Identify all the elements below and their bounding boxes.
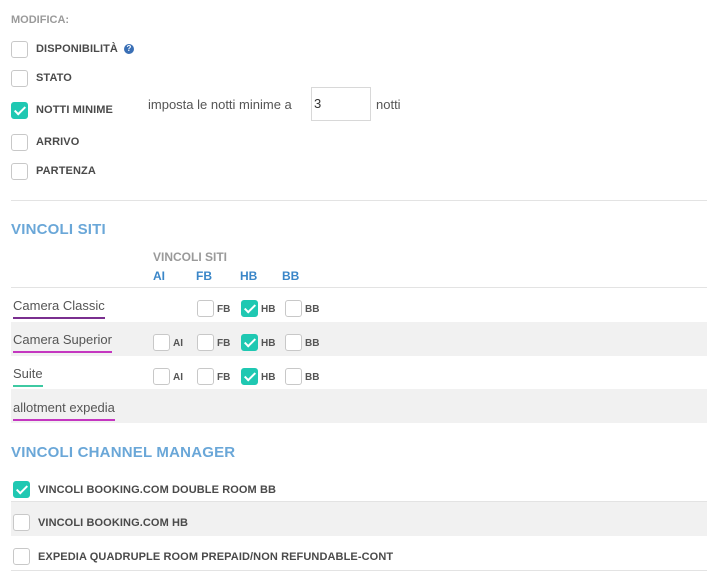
partenza-checkbox[interactable]	[11, 163, 28, 180]
stato-label: STATO	[36, 72, 72, 84]
modifica-title: MODIFICA:	[11, 14, 70, 26]
booking-hb-checkbox[interactable]	[13, 514, 30, 531]
arrivo-checkbox[interactable]	[11, 134, 28, 151]
table-row	[11, 389, 707, 423]
room-underline	[13, 419, 115, 421]
option-label: HB	[261, 304, 276, 315]
min-nights-suffix: notti	[376, 97, 401, 112]
column-head-bb: BB	[282, 269, 300, 283]
partenza-label: PARTENZA	[36, 165, 96, 177]
room-name-text: Suite	[13, 366, 43, 381]
vincoli-siti-title: VINCOLI SITI	[11, 221, 106, 238]
table-row	[11, 322, 707, 356]
option-label: AI	[173, 372, 183, 383]
vincoli-siti-subheader: VINCOLI SITI	[153, 250, 228, 264]
divider	[11, 200, 707, 201]
room-name-text: Camera Classic	[13, 298, 105, 313]
room-name-camera-classic[interactable]: Camera Classic	[13, 298, 105, 319]
option-label: BB	[305, 372, 320, 383]
camera-classic-fb-checkbox[interactable]	[197, 300, 214, 317]
stato-checkbox[interactable]	[11, 70, 28, 87]
option-label: BB	[305, 338, 320, 349]
expedia-quadruple-room-checkbox[interactable]	[13, 548, 30, 565]
camera-superior-fb-checkbox[interactable]	[197, 334, 214, 351]
option-label: HB	[261, 338, 276, 349]
divider	[11, 287, 707, 288]
option-label: FB	[217, 372, 231, 383]
column-head-hb: HB	[240, 269, 258, 283]
arrivo-label: ARRIVO	[36, 136, 80, 148]
camera-superior-bb-checkbox[interactable]	[285, 334, 302, 351]
min-nights-input[interactable]: 3	[311, 87, 371, 121]
room-name-text: Camera Superior	[13, 332, 112, 347]
option-label: FB	[217, 338, 231, 349]
disponibilita-checkbox[interactable]	[11, 41, 28, 58]
camera-superior-ai-checkbox[interactable]	[153, 334, 170, 351]
column-head-ai: AI	[153, 269, 165, 283]
divider	[11, 570, 707, 571]
camera-superior-hb-checkbox[interactable]	[241, 334, 258, 351]
room-name-camera-superior[interactable]: Camera Superior	[13, 332, 112, 353]
booking-double-room-bb-label: VINCOLI BOOKING.COM DOUBLE ROOM BB	[38, 484, 277, 496]
room-underline	[13, 351, 112, 353]
room-underline	[13, 317, 105, 319]
expedia-quadruple-room-label: EXPEDIA QUADRUPLE ROOM PREPAID/NON REFUN…	[38, 551, 394, 563]
min-nights-prefix: imposta le notti minime a	[148, 97, 292, 112]
notti-minime-checkbox[interactable]	[11, 102, 28, 119]
suite-bb-checkbox[interactable]	[285, 368, 302, 385]
column-head-fb: FB	[196, 269, 212, 283]
option-label: FB	[217, 304, 231, 315]
suite-fb-checkbox[interactable]	[197, 368, 214, 385]
room-name-suite[interactable]: Suite	[13, 366, 43, 387]
option-label: AI	[173, 338, 183, 349]
room-underline	[13, 385, 43, 387]
booking-double-room-bb-checkbox[interactable]	[13, 481, 30, 498]
option-label: HB	[261, 372, 276, 383]
booking-hb-label: VINCOLI BOOKING.COM HB	[38, 517, 189, 529]
disponibilita-label: DISPONIBILITÀ	[36, 43, 118, 55]
room-name-allotment-expedia[interactable]: allotment expedia	[13, 400, 115, 421]
suite-hb-checkbox[interactable]	[241, 368, 258, 385]
help-icon[interactable]: ?	[124, 44, 134, 54]
channel-manager-title: VINCOLI CHANNEL MANAGER	[11, 444, 236, 461]
camera-classic-hb-checkbox[interactable]	[241, 300, 258, 317]
suite-ai-checkbox[interactable]	[153, 368, 170, 385]
notti-minime-label: NOTTI MINIME	[36, 104, 113, 116]
option-label: BB	[305, 304, 320, 315]
room-name-text: allotment expedia	[13, 400, 115, 415]
camera-classic-bb-checkbox[interactable]	[285, 300, 302, 317]
